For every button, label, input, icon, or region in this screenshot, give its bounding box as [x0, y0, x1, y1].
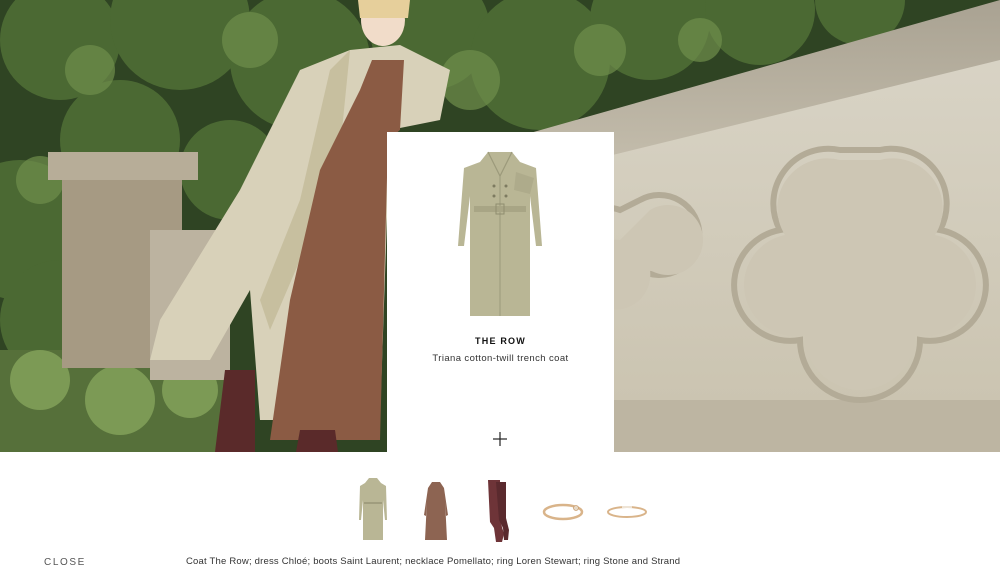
ring-icon	[607, 506, 647, 518]
thumbnail-dress[interactable]	[418, 470, 454, 545]
thumbnail-ring-1[interactable]	[540, 470, 586, 545]
product-card[interactable]: THE ROW Triana cotton-twill trench coat	[387, 132, 614, 456]
thumbnail-coat[interactable]	[356, 470, 390, 545]
dress-icon	[424, 482, 448, 540]
product-name: Triana cotton-twill trench coat	[432, 353, 569, 364]
plus-icon	[493, 432, 507, 446]
trench-coat-product-image[interactable]	[450, 146, 550, 328]
coat-icon	[359, 478, 387, 540]
product-thumbnails	[0, 470, 1000, 545]
outfit-credits: Coat The Row; dress Chloé; boots Saint L…	[186, 556, 681, 567]
product-brand: THE ROW	[475, 336, 526, 346]
thumbnail-ring-2[interactable]	[604, 470, 650, 545]
add-to-bag-button[interactable]	[489, 428, 511, 450]
ring-icon	[542, 503, 584, 521]
boots-icon	[488, 480, 509, 542]
thumbnail-boots[interactable]	[482, 470, 514, 545]
close-button[interactable]: CLOSE	[44, 557, 86, 568]
